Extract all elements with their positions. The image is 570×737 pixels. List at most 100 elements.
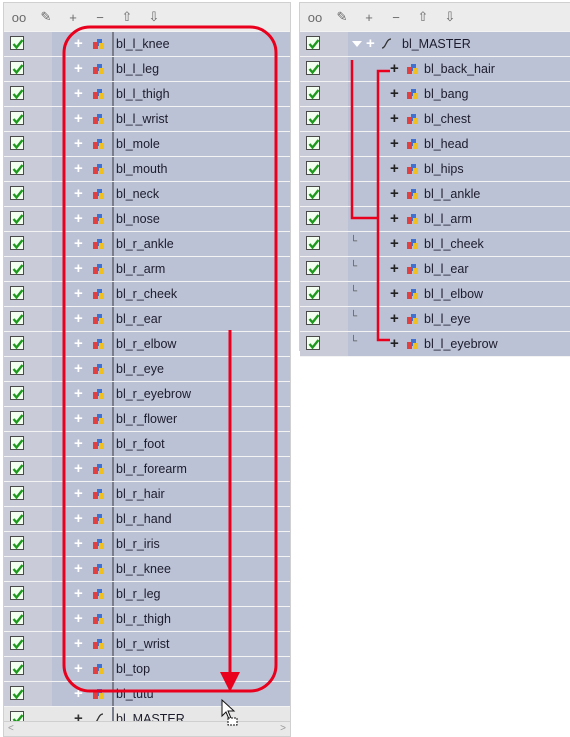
layer-row[interactable]: + bl_back_hair — [300, 57, 570, 82]
layer-row[interactable]: + bl_r_foot — [4, 432, 290, 457]
layer-row[interactable]: └ + bl_l_cheek — [300, 232, 570, 257]
layer-visible-checkbox[interactable] — [306, 261, 320, 275]
layer-visible-checkbox[interactable] — [306, 36, 320, 50]
add-layer-plus-icon[interactable]: + — [366, 35, 375, 52]
layer-visible-checkbox[interactable] — [306, 311, 320, 325]
add-layer-plus-icon[interactable]: + — [390, 260, 399, 277]
layer-visible-checkbox[interactable] — [10, 236, 24, 250]
add-layer-plus-icon[interactable]: + — [390, 235, 399, 252]
add-layer-plus-icon[interactable]: + — [390, 85, 399, 102]
add-layer-plus-icon[interactable]: + — [390, 310, 399, 327]
layer-row[interactable]: + bl_hips — [300, 157, 570, 182]
add-layer-plus-icon[interactable]: + — [74, 285, 83, 302]
layer-visible-checkbox[interactable] — [10, 586, 24, 600]
layer-visible-checkbox[interactable] — [306, 286, 320, 300]
layer-visible-checkbox[interactable] — [10, 261, 24, 275]
layer-row[interactable]: + bl_r_ear — [4, 307, 290, 332]
expand-triangle-icon[interactable] — [352, 41, 362, 47]
layer-row[interactable]: + bl_head — [300, 132, 570, 157]
add-layer-plus-icon[interactable]: + — [74, 635, 83, 652]
add-layer-plus-icon[interactable]: + — [390, 210, 399, 227]
layer-visible-checkbox[interactable] — [306, 186, 320, 200]
add-layer-plus-icon[interactable]: + — [74, 410, 83, 427]
layer-visible-checkbox[interactable] — [306, 236, 320, 250]
add-layer-plus-icon[interactable]: + — [74, 210, 83, 227]
layer-visible-checkbox[interactable] — [10, 61, 24, 75]
add-layer-plus-icon[interactable]: + — [74, 35, 83, 52]
layer-row-master[interactable]: + bl_MASTER — [300, 32, 570, 57]
layer-row[interactable]: + bl_top — [4, 657, 290, 682]
layer-visible-checkbox[interactable] — [10, 161, 24, 175]
add-layer-plus-icon[interactable]: + — [74, 685, 83, 702]
layer-visible-checkbox[interactable] — [10, 286, 24, 300]
layer-visible-checkbox[interactable] — [10, 186, 24, 200]
scroll-right-icon[interactable]: > — [280, 723, 286, 734]
add-layer-plus-icon[interactable]: + — [74, 110, 83, 127]
layer-row[interactable]: + bl_l_wrist — [4, 107, 290, 132]
layer-row[interactable]: + bl_r_flower — [4, 407, 290, 432]
layer-visible-checkbox[interactable] — [10, 86, 24, 100]
add-layer-plus-icon[interactable]: + — [74, 310, 83, 327]
add-layer-plus-icon[interactable]: + — [390, 160, 399, 177]
add-layer-plus-icon[interactable]: + — [74, 460, 83, 477]
layer-row[interactable]: + bl_neck — [4, 182, 290, 207]
layer-row[interactable]: + bl_r_thigh — [4, 607, 290, 632]
add-layer-plus-icon[interactable]: + — [74, 335, 83, 352]
add-layer-plus-icon[interactable]: + — [390, 135, 399, 152]
layer-row[interactable]: └ + bl_l_eyebrow — [300, 332, 570, 357]
layer-visible-checkbox[interactable] — [10, 636, 24, 650]
add-layer-plus-icon[interactable]: + — [74, 235, 83, 252]
layer-row[interactable]: + bl_l_thigh — [4, 82, 290, 107]
layer-row[interactable]: + bl_r_forearm — [4, 457, 290, 482]
add-layer-plus-icon[interactable]: + — [390, 60, 399, 77]
down-level-icon[interactable]: ⇩ — [438, 7, 462, 27]
glasses-icon[interactable]: oo — [7, 7, 31, 27]
layer-row[interactable]: + bl_chest — [300, 107, 570, 132]
remove-icon[interactable]: − — [384, 7, 408, 27]
layer-visible-checkbox[interactable] — [306, 111, 320, 125]
layer-visible-checkbox[interactable] — [10, 436, 24, 450]
layer-visible-checkbox[interactable] — [10, 561, 24, 575]
layer-visible-checkbox[interactable] — [10, 411, 24, 425]
add-layer-plus-icon[interactable]: + — [74, 385, 83, 402]
layer-row[interactable]: + bl_r_eye — [4, 357, 290, 382]
layer-row[interactable]: + bl_r_hair — [4, 482, 290, 507]
layer-visible-checkbox[interactable] — [10, 361, 24, 375]
layer-visible-checkbox[interactable] — [306, 336, 320, 350]
layer-row[interactable]: + bl_r_arm — [4, 257, 290, 282]
scroll-left-icon[interactable]: < — [8, 723, 14, 734]
add-layer-plus-icon[interactable]: + — [390, 285, 399, 302]
layer-row[interactable]: + bl_r_eyebrow — [4, 382, 290, 407]
layer-row[interactable]: + bl_l_leg — [4, 57, 290, 82]
layer-row[interactable]: + bl_r_leg — [4, 582, 290, 607]
layer-row[interactable]: + bl_l_ankle — [300, 182, 570, 207]
layer-row[interactable]: + bl_bang — [300, 82, 570, 107]
add-layer-plus-icon[interactable]: + — [74, 660, 83, 677]
layer-row[interactable]: + bl_l_knee — [4, 32, 290, 57]
layer-visible-checkbox[interactable] — [10, 211, 24, 225]
layer-row[interactable]: + bl_r_ankle — [4, 232, 290, 257]
lock-icon[interactable]: ✎ — [34, 7, 58, 27]
layer-row[interactable]: + bl_r_cheek — [4, 282, 290, 307]
remove-icon[interactable]: − — [88, 7, 112, 27]
add-layer-plus-icon[interactable]: + — [74, 560, 83, 577]
layer-row[interactable]: + bl_mouth — [4, 157, 290, 182]
add-layer-plus-icon[interactable]: + — [74, 485, 83, 502]
add-layer-plus-icon[interactable]: + — [390, 335, 399, 352]
layer-row[interactable]: └ + bl_l_ear — [300, 257, 570, 282]
add-layer-plus-icon[interactable]: + — [74, 185, 83, 202]
layer-visible-checkbox[interactable] — [306, 86, 320, 100]
layer-row[interactable]: + bl_r_wrist — [4, 632, 290, 657]
add-layer-plus-icon[interactable]: + — [74, 585, 83, 602]
layer-visible-checkbox[interactable] — [10, 311, 24, 325]
layer-visible-checkbox[interactable] — [10, 336, 24, 350]
layer-visible-checkbox[interactable] — [306, 61, 320, 75]
layer-row[interactable]: + bl_l_arm — [300, 207, 570, 232]
layer-visible-checkbox[interactable] — [10, 661, 24, 675]
layer-visible-checkbox[interactable] — [10, 486, 24, 500]
layer-row[interactable]: └ + bl_l_eye — [300, 307, 570, 332]
lock-icon[interactable]: ✎ — [330, 7, 354, 27]
layer-row[interactable]: + bl_r_knee — [4, 557, 290, 582]
layer-visible-checkbox[interactable] — [10, 611, 24, 625]
layer-visible-checkbox[interactable] — [10, 461, 24, 475]
